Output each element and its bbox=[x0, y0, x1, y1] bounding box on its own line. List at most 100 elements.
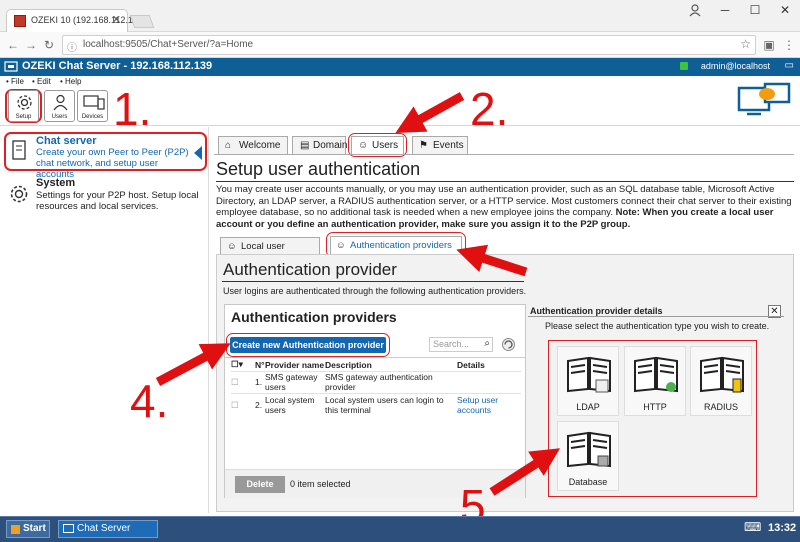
book-radius-icon bbox=[700, 356, 744, 393]
book-http-icon bbox=[634, 356, 678, 393]
sidebar-divider bbox=[208, 127, 209, 513]
title-rule bbox=[216, 181, 794, 182]
row-checkbox[interactable]: ☐ bbox=[231, 371, 255, 393]
server-icon bbox=[12, 140, 26, 160]
keyboard-icon[interactable]: ⌨ bbox=[744, 520, 761, 534]
auth-type-database[interactable]: Database bbox=[557, 421, 619, 491]
selected-arrow-icon bbox=[194, 146, 202, 160]
menu-file[interactable]: • File bbox=[6, 77, 24, 86]
app-logo-icon bbox=[4, 61, 18, 72]
bookmark-star-icon[interactable]: ☆ bbox=[740, 37, 751, 51]
page-title: Setup user authentication bbox=[216, 159, 421, 179]
tab-users[interactable]: ☺ Users bbox=[351, 136, 404, 154]
setup-user-accounts-link[interactable]: Setup user accounts bbox=[457, 393, 521, 417]
person-icon[interactable] bbox=[680, 0, 710, 20]
provider-rule bbox=[222, 281, 524, 282]
book-database-icon bbox=[567, 431, 611, 468]
user-icon: ☺ bbox=[227, 241, 237, 252]
select-all-checkbox[interactable]: ☐▾ bbox=[231, 359, 255, 371]
app-header: OZEKI Chat Server - 192.168.112.139 admi… bbox=[0, 58, 800, 76]
user-icon: ☺ bbox=[336, 240, 346, 251]
window-menu-icon[interactable]: ▭ bbox=[785, 60, 794, 71]
providers-table: ☐▾ N° Provider name Description Details … bbox=[231, 359, 521, 417]
gear-icon bbox=[10, 185, 28, 203]
tab-authentication-providers[interactable]: ☺ Authentication providers bbox=[330, 236, 462, 254]
address-bar: ← → ↻ ⓘ localhost:9505/Chat+Server/?a=Ho… bbox=[0, 32, 800, 58]
browser-tab[interactable]: OZEKI 10 (192.168.112.1: ✕ bbox=[6, 9, 135, 32]
minimize-icon[interactable]: ─ bbox=[710, 0, 740, 20]
close-tab-icon[interactable]: ✕ bbox=[112, 13, 121, 26]
menu-help[interactable]: • Help bbox=[60, 77, 81, 86]
col-header: Description bbox=[325, 359, 372, 370]
clock: 13:32 bbox=[768, 522, 797, 534]
provider-heading: Authentication provider bbox=[223, 260, 397, 279]
page-info-icon[interactable]: ⓘ bbox=[67, 39, 77, 54]
start-button[interactable]: Start bbox=[6, 520, 50, 538]
auth-type-http[interactable]: HTTP bbox=[624, 346, 686, 416]
divider bbox=[0, 125, 800, 126]
table-row[interactable]: ☐ 1. SMS gateway users SMS gateway authe… bbox=[231, 371, 521, 393]
annotation-4: 4. bbox=[130, 375, 169, 427]
home-icon: ⌂ bbox=[225, 140, 232, 151]
devices-icon bbox=[83, 95, 105, 110]
tab-events[interactable]: ⚑ Events bbox=[412, 136, 468, 154]
menu-edit[interactable]: • Edit bbox=[32, 77, 51, 86]
taskbar: Start Chat Server ⌨ 13:32 bbox=[0, 516, 800, 542]
users-icon bbox=[53, 94, 68, 111]
url-field[interactable]: ⓘ localhost:9505/Chat+Server/?a=Home ☆ bbox=[62, 35, 756, 55]
providers-panel-title: Authentication providers bbox=[231, 309, 397, 325]
details-prompt: Please select the authentication type yo… bbox=[545, 321, 770, 331]
menu-icon[interactable]: ⋮ bbox=[780, 36, 798, 54]
arrow-2 bbox=[395, 92, 465, 133]
refresh-icon[interactable] bbox=[501, 337, 516, 352]
gear-icon bbox=[17, 95, 32, 110]
annotation-2: 2. bbox=[470, 83, 509, 135]
details-panel-title: Authentication provider details bbox=[530, 306, 663, 316]
new-tab-button[interactable] bbox=[129, 15, 155, 28]
document-icon: ▤ bbox=[300, 140, 310, 151]
create-authentication-provider-button[interactable]: Create new Authentication provider bbox=[230, 337, 386, 353]
tab-welcome[interactable]: ⌂ Welcome bbox=[218, 136, 288, 154]
tab-domain[interactable]: ▤ Domain bbox=[292, 136, 347, 154]
chat-server-icon bbox=[63, 524, 74, 533]
details-rule bbox=[528, 316, 784, 317]
book-ldap-icon bbox=[567, 356, 611, 393]
sidebar-item-desc: Settings for your P2P host. Setup local … bbox=[36, 190, 199, 212]
url-text: localhost:9505/Chat+Server/?a=Home bbox=[83, 39, 254, 50]
sidebar-item-label: System bbox=[36, 177, 76, 189]
setup-button[interactable]: Setup bbox=[8, 90, 39, 122]
intro-text: You may create user accounts manually, o… bbox=[216, 184, 792, 230]
reload-icon[interactable]: ↻ bbox=[40, 36, 58, 54]
selected-count: 0 item selected bbox=[290, 479, 351, 489]
auth-type-ldap[interactable]: LDAP bbox=[557, 346, 619, 416]
auth-type-radius[interactable]: RADIUS bbox=[690, 346, 752, 416]
online-status-icon bbox=[680, 62, 688, 70]
delete-button[interactable]: Delete bbox=[235, 476, 285, 493]
back-icon[interactable]: ← bbox=[4, 36, 22, 54]
close-icon[interactable]: ✕ bbox=[770, 0, 800, 20]
users-button[interactable]: Users bbox=[44, 90, 75, 122]
devices-button[interactable]: Devices bbox=[77, 90, 108, 122]
restore-icon[interactable]: ☐ bbox=[740, 0, 770, 20]
row-checkbox[interactable]: ☐ bbox=[231, 393, 255, 417]
taskbar-chat-server[interactable]: Chat Server bbox=[58, 520, 158, 538]
table-row[interactable]: ☐ 2. Local system users Local system use… bbox=[231, 393, 521, 417]
ozeki-favicon-icon bbox=[14, 15, 26, 27]
chat-network-logo-icon bbox=[737, 82, 791, 116]
current-user[interactable]: admin@localhost bbox=[701, 61, 770, 71]
sidebar-item-system[interactable]: System Settings for your P2P host. Setup… bbox=[6, 176, 202, 218]
sidebar-item-chat-server[interactable]: Chat server Create your own Peer to Peer… bbox=[6, 134, 198, 180]
col-header: N° bbox=[255, 359, 265, 370]
table-rule bbox=[225, 357, 525, 358]
forward-icon[interactable]: → bbox=[22, 36, 40, 54]
col-header: Details bbox=[457, 359, 485, 370]
col-header: Provider name bbox=[265, 359, 325, 370]
flag-icon: ⚑ bbox=[419, 140, 428, 151]
sidebar-item-label: Chat server bbox=[36, 135, 97, 147]
tab-underline bbox=[214, 154, 794, 155]
tab-local-user-accounts[interactable]: ☺ Local user accounts bbox=[220, 237, 320, 269]
search-icon: ⌕ bbox=[484, 338, 490, 349]
extension-icon[interactable]: ▣ bbox=[760, 36, 778, 54]
search-input[interactable]: Search... ⌕ bbox=[429, 337, 493, 352]
user-icon: ☺ bbox=[358, 140, 369, 151]
